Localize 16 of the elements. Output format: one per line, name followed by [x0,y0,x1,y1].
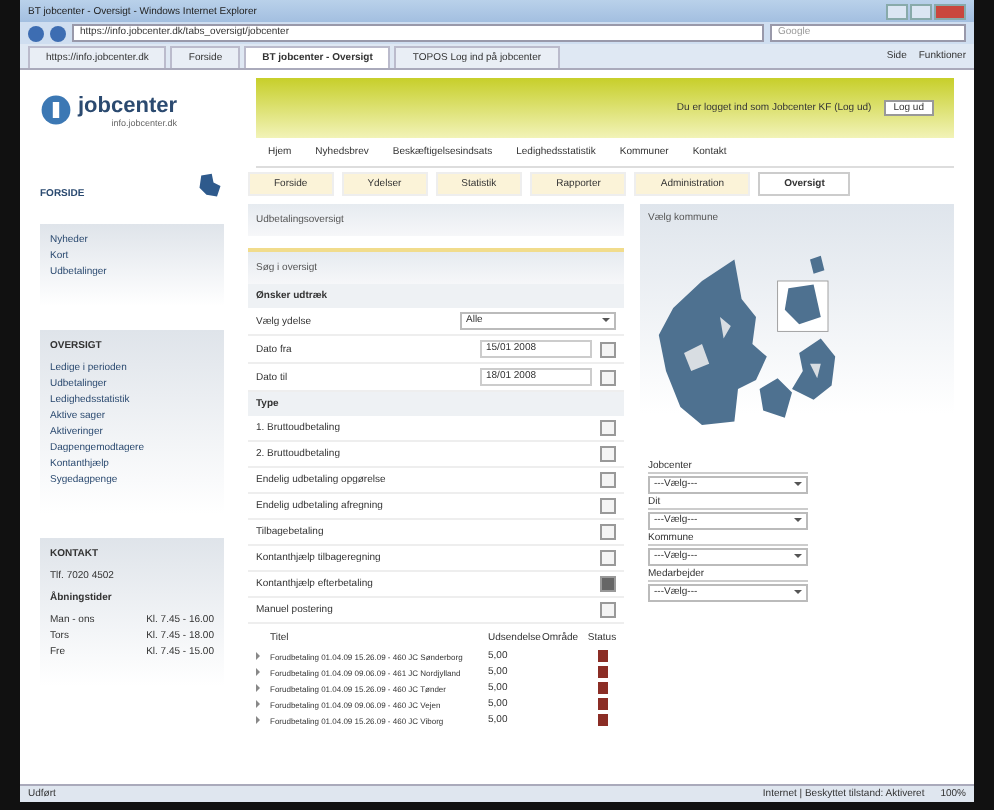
maximize-button[interactable] [910,3,932,19]
checkbox[interactable] [600,498,616,514]
checkbox[interactable] [600,550,616,566]
checkbox[interactable] [600,576,616,592]
logo-text: jobcenter [78,94,178,118]
forward-button[interactable] [50,25,66,41]
checkbox[interactable] [600,446,616,462]
map-icon [196,172,224,200]
checkbox[interactable] [600,602,616,618]
checkbox[interactable] [600,472,616,488]
checkbox[interactable] [600,524,616,540]
checkbox[interactable] [600,420,616,436]
back-button[interactable] [28,25,44,41]
close-button[interactable] [934,3,966,19]
minimize-button[interactable] [886,3,908,19]
logo-icon [40,94,72,126]
